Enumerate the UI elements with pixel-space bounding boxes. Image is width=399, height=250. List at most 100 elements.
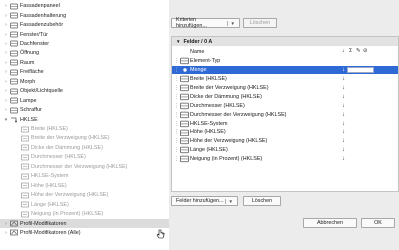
tree-property-item[interactable]: Höhe der Verzweigung (HKLSE) [0,191,177,200]
drag-handle-icon[interactable]: ⋮ [174,129,179,135]
drag-handle-icon[interactable]: ⋮ [174,103,179,109]
sort-arrow-icon[interactable]: ↓ [342,138,345,144]
drag-handle-icon[interactable]: ⋮ [174,121,179,127]
field-row[interactable]: ⋮ Dicke der Dämmung (HKLSE) ↓ [172,93,398,102]
field-row[interactable]: ⋮ Menge ↓ [172,65,398,75]
field-row[interactable]: ⋮ Breite der Verzweigung (HKLSE) ↓ [172,84,398,93]
delete-criteria-button[interactable]: Löschen [243,18,277,28]
property-icon [180,147,189,154]
tree-property-item[interactable]: HKLSE-System [0,172,177,181]
fields-panel-title: Felder / 0 A [183,38,213,45]
tree-property-item[interactable]: Länge (HKLSE) [0,200,177,209]
chevron-down-icon[interactable]: ▼ [224,198,233,204]
chevron-down-icon[interactable]: ▼ [226,20,235,26]
ok-button[interactable]: OK [361,218,395,228]
tree-category-item[interactable]: › Schraffur [0,105,177,114]
delete-fields-button[interactable]: Löschen [243,196,281,206]
field-row[interactable]: ⋮ HKLSE-System ↓ [172,119,398,128]
sort-arrow-icon[interactable]: ↓ [342,94,345,100]
property-icon [180,111,189,118]
field-name: Menge [190,67,207,74]
fields-panel-header[interactable]: ▼ Felder / 0 A [172,37,398,46]
drag-handle-icon[interactable]: ⋮ [174,58,179,64]
field-row[interactable]: ⋮ Element-Typ [172,57,398,66]
tree-category-item[interactable]: › Freifläche [0,68,177,77]
field-row[interactable]: ⋮ Durchmesser (HKLSE) ↓ [172,102,398,111]
field-row[interactable]: ⋮ Höhe (HKLSE) ↓ [172,128,398,137]
drag-handle-icon[interactable]: ⋮ [174,138,179,144]
tree-property-item[interactable]: Neigung (in Prozent) (HKLSE) [0,209,177,218]
tree-category-item[interactable]: › Raum [0,58,177,67]
sort-arrow-icon[interactable]: ↓ [342,67,345,73]
tree-item-label: Höhe (HKLSE) [31,182,67,189]
property-icon [20,154,29,161]
tree-property-item[interactable]: Breite (HKLSE) [0,124,177,133]
sort-arrow-icon[interactable]: ↓ [342,76,345,82]
drag-handle-icon[interactable]: ⋮ [174,94,179,100]
field-row[interactable]: ⋮ Länge (HKLSE) ↓ [172,146,398,155]
tree-category-item[interactable]: › Fassadenpaneel [0,2,177,11]
sum-icon[interactable]: Σ [349,48,352,54]
sort-arrow-icon[interactable]: ↓ [342,156,345,162]
edit-icon[interactable]: ✎ [356,48,361,54]
sort-arrow-icon[interactable]: ↓ [342,147,345,153]
sort-arrow-icon[interactable]: ↓ [342,85,345,91]
tree-category-item[interactable]: › Profil-Modifikatoren [0,218,177,229]
tree-item-label: Profil-Modifikatoren (Alle) [20,229,81,236]
tree-category-item[interactable]: › Fassadenzubehör [0,20,177,29]
skylight-icon [9,40,18,47]
lamp-icon [9,97,18,104]
tree-property-item[interactable]: Höhe (HKLSE) [0,181,177,190]
drag-handle-icon[interactable]: ⋮ [174,156,179,162]
sort-arrow-icon[interactable]: ↓ [342,103,345,109]
drag-handle-icon[interactable]: ⋮ [174,76,179,82]
field-row[interactable]: ⋮ Durchmesser der Verzweigung (HKLSE) ↓ [172,110,398,119]
drag-handle-icon[interactable]: ⋮ [174,67,179,73]
delete-criteria-label: Löschen [249,20,271,26]
tree-category-item[interactable]: › Dachfenster [0,39,177,48]
tree-item-label: Morph [20,78,36,85]
drag-handle-icon[interactable]: ⋮ [174,147,179,153]
tree-item-label: Neigung (in Prozent) (HKLSE) [31,211,104,218]
tree-property-item[interactable]: Breite der Verzweigung (HKLSE) [0,134,177,143]
tree-category-item[interactable]: › Fenster/Tür [0,30,177,39]
add-criteria-button[interactable]: Kriterien hinzufügen... ▼ [171,17,240,29]
sort-arrow-icon[interactable]: ↓ [342,121,345,127]
drag-handle-icon[interactable]: ⋮ [174,85,179,91]
property-icon [180,93,189,101]
tree-category-item[interactable]: › Lampe [0,96,177,105]
field-name: Element-Typ [190,58,221,65]
tree-category-item[interactable]: › Fassadenhalterung [0,11,177,20]
field-row[interactable]: ⋮ Höhe der Verzweigung (HKLSE) ↓ [172,137,398,146]
accessory-icon [9,22,18,29]
tree-property-item[interactable]: Dicke der Dämmung (HKLSE) [0,143,177,152]
tree-item-label: Fassadenhalterung [20,12,67,19]
element-property-tree: › Fassadenpaneel › Fassadenhalterung › Fassad… [0,0,178,250]
sort-arrow-icon[interactable]: ↓ [342,129,345,135]
cancel-label: Abbrechen [316,220,344,226]
property-icon [20,192,29,199]
tree-category-item[interactable]: › Profil-Modifikatoren (Alle) [0,228,177,237]
field-row[interactable]: ⋮ Breite (HKLSE) ↓ [172,75,398,84]
opening-icon [9,50,18,57]
visibility-icon[interactable]: ⊘ [363,48,368,54]
tree-category-item[interactable]: ▾ HKLSE [0,115,177,124]
sort-arrow-icon[interactable]: ↓ [342,48,345,54]
schedule-criteria-dialog: Kriterien hinzufügen... ▼ Löschen ▼ Feld… [169,0,399,250]
tree-item-label: Schraffur [20,107,42,114]
tree-property-item[interactable]: Durchmesser der Verzweigung (HKLSE) [0,162,177,171]
field-row[interactable]: ⋮ Neigung (in Prozent) (HKLSE) ↓ [172,155,398,164]
tree-item-label: Fenster/Tür [20,31,48,38]
tree-category-item[interactable]: › Morph [0,77,177,86]
tree-item-label: Dicke der Dämmung (HKLSE) [31,144,103,151]
drag-handle-icon[interactable]: ⋮ [174,112,179,118]
chevron-down-icon[interactable]: ▼ [176,39,180,44]
tree-category-item[interactable]: › Objekt/Lichtquelle [0,87,177,96]
tree-property-item[interactable]: Durchmesser (HKLSE) [0,153,177,162]
quantity-field-options[interactable] [347,66,374,74]
cancel-button[interactable]: Abbrechen [303,218,357,228]
tree-category-item[interactable]: › Öffnung [0,49,177,58]
open-area-icon [9,69,18,76]
sort-arrow-icon[interactable]: ↓ [342,112,345,118]
add-fields-button[interactable]: Felder hinzufügen... ▼ [171,196,238,206]
